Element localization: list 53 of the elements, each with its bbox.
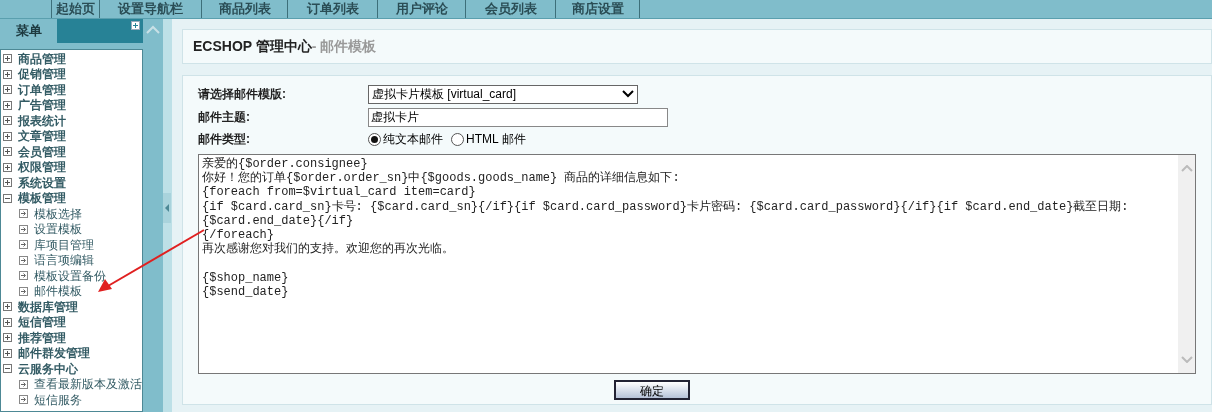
body-line: {foreach from=$virtual_card item=card}: [202, 185, 477, 200]
nav-tab[interactable]: 商品列表: [202, 0, 288, 18]
body-line: {$send_date}: [202, 284, 290, 299]
body-line: {$card.end_date}{/if}: [202, 213, 355, 228]
radio-option[interactable]: 纯文本邮件: [368, 130, 443, 148]
collapse-icon[interactable]: [3, 193, 12, 203]
expand-icon[interactable]: [131, 21, 140, 30]
arrow-box-icon[interactable]: [19, 286, 28, 296]
collapse-icon[interactable]: [3, 364, 12, 374]
nav-tab[interactable]: 会员列表: [466, 0, 556, 18]
expand-icon[interactable]: [3, 147, 12, 157]
expand-icon[interactable]: [3, 348, 12, 358]
expand-icon[interactable]: [3, 131, 12, 141]
body-line: {if $card.card_sn}卡号: {$card.card_sn}{/if}{if $card.card_password}卡片密码: {$card.card_password}{/if}{if $card.end_date}截至日期:: [202, 199, 1130, 214]
chevron-down-icon: [622, 90, 634, 98]
body-line: {/foreach}: [202, 227, 275, 242]
menu-tab[interactable]: 菜单: [0, 19, 57, 43]
body-line: 你好！您的订单{$order.order_sn}中{$goods.goods_name} 商品的详细信息如下:: [202, 171, 681, 186]
expand-icon[interactable]: [3, 302, 12, 312]
arrow-box-icon[interactable]: [19, 271, 28, 281]
arrow-box-icon[interactable]: [19, 379, 28, 389]
expand-icon[interactable]: [3, 333, 12, 343]
confirm-button[interactable]: 确定: [614, 380, 690, 400]
arrow-box-icon[interactable]: [19, 224, 28, 234]
template-select[interactable]: 虚拟卡片模板 [virtual_card]: [368, 84, 638, 104]
arrow-box-icon[interactable]: [19, 395, 28, 405]
nav-tab[interactable]: 订单列表: [288, 0, 378, 18]
expand-icon[interactable]: [3, 317, 12, 327]
body-line: {$shop_name}: [202, 270, 290, 285]
expand-icon[interactable]: [3, 178, 12, 188]
arrow-box-icon[interactable]: [19, 255, 28, 265]
expand-icon[interactable]: [3, 162, 12, 172]
field-label: 邮件主题:: [198, 109, 251, 126]
arrow-box-icon[interactable]: [19, 240, 28, 250]
expand-icon[interactable]: [3, 100, 12, 110]
subject-input[interactable]: 虚拟卡片: [368, 107, 668, 127]
field-label: 请选择邮件模版:: [198, 86, 287, 103]
nav-tab[interactable]: 设置导航栏: [100, 0, 202, 18]
field-label: 邮件类型:: [198, 131, 251, 148]
nav-tab[interactable]: 用户评论: [378, 0, 466, 18]
body-line: 再次感谢您对我们的支持。欢迎您的再次光临。: [202, 242, 455, 257]
page-title: ECSHOP 管理中心: [193, 37, 312, 56]
page-subtitle: - 邮件模板: [311, 37, 377, 56]
expand-icon[interactable]: [3, 116, 12, 126]
nav-tab[interactable]: 商店设置: [556, 0, 640, 18]
arrow-box-icon[interactable]: [19, 209, 28, 219]
body-line: 亲爱的{$order.consignee}: [202, 157, 369, 171]
expand-icon[interactable]: [3, 69, 12, 79]
expand-icon[interactable]: [3, 54, 12, 64]
sidebar-group[interactable]: 商品管理: [18, 50, 66, 68]
radio-option[interactable]: HTML 邮件: [451, 130, 526, 148]
expand-icon[interactable]: [3, 85, 12, 95]
nav-tab[interactable]: 起始页: [52, 0, 100, 18]
